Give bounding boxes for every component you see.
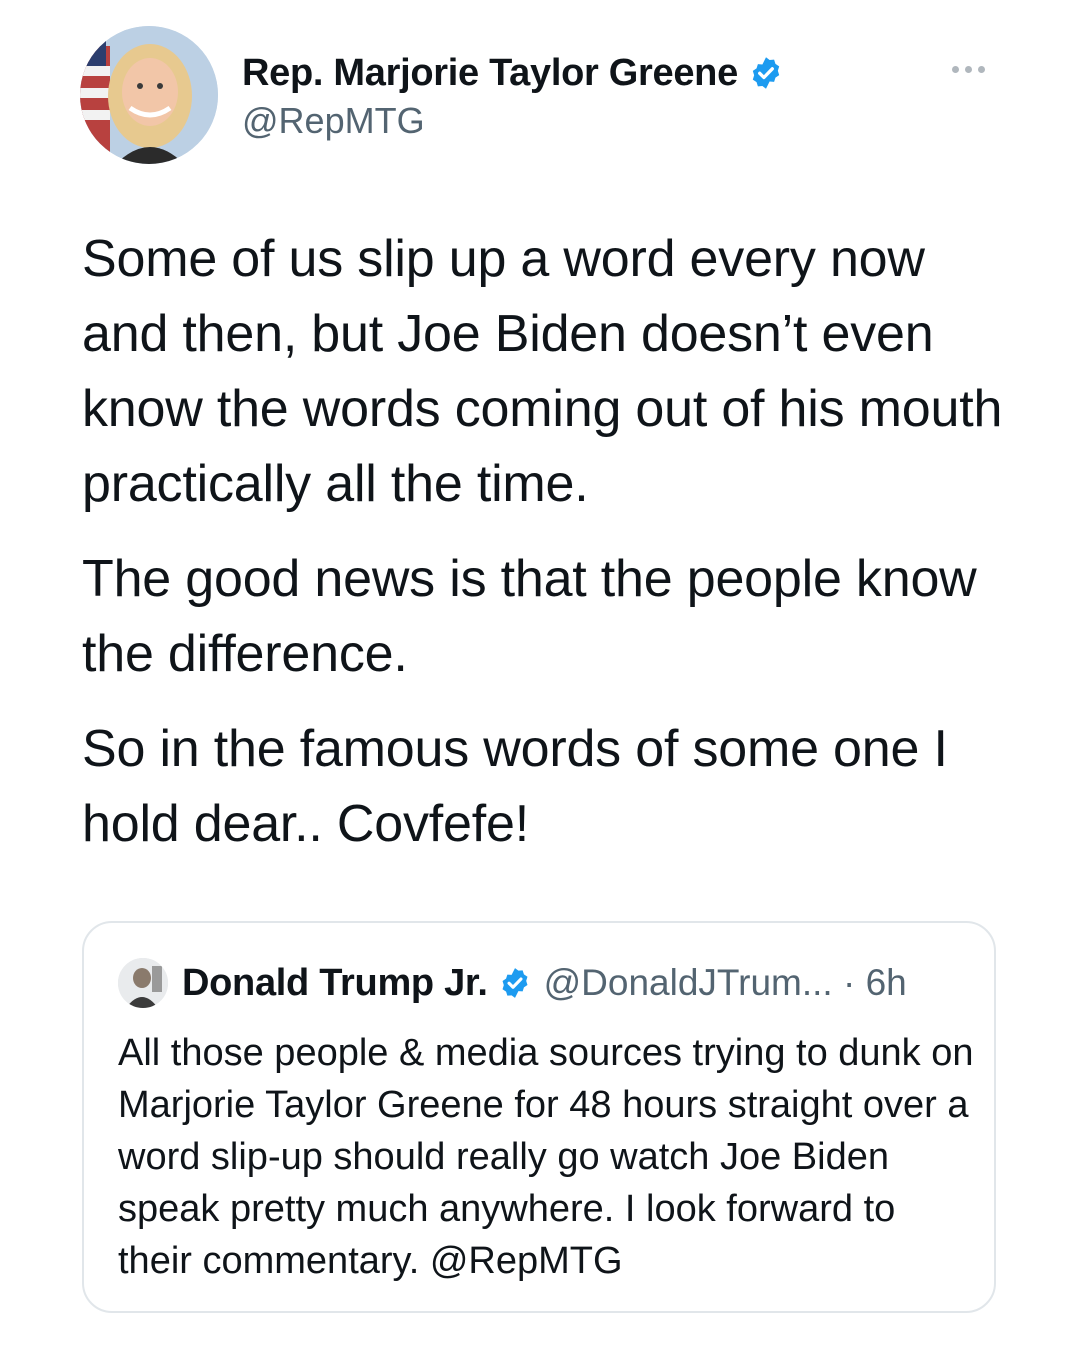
quoted-author-handle-time[interactable]: @DonaldJTrum... · 6h xyxy=(544,962,907,1004)
quoted-author-avatar[interactable] xyxy=(118,958,168,1008)
author-avatar[interactable] xyxy=(80,26,218,164)
quoted-tweet-text: All those people & media sources trying … xyxy=(118,1032,974,1282)
tweet-header: Rep. Marjorie Taylor Greene @RepMTG xyxy=(80,26,1000,166)
more-dots-icon[interactable] xyxy=(952,60,992,73)
tweet-text: Some of us slip up a word every now and … xyxy=(82,222,1012,882)
author-name-block: Rep. Marjorie Taylor Greene @RepMTG xyxy=(242,48,784,142)
verified-badge-icon xyxy=(752,57,780,89)
tweet-paragraph: The good news is that the people know th… xyxy=(82,550,977,683)
avatar-photo-icon xyxy=(80,26,218,164)
verified-badge-icon xyxy=(502,968,528,998)
author-display-name[interactable]: Rep. Marjorie Taylor Greene xyxy=(242,52,738,95)
quoted-avatar-photo-icon xyxy=(118,958,168,1008)
author-handle[interactable]: @RepMTG xyxy=(242,100,784,142)
quoted-tweet-header: Donald Trump Jr. @DonaldJTrum... · 6h xyxy=(118,957,907,1009)
quoted-tweet-card[interactable]: Donald Trump Jr. @DonaldJTrum... · 6h Al… xyxy=(82,921,996,1313)
name-row: Rep. Marjorie Taylor Greene xyxy=(242,48,784,98)
quoted-author-name[interactable]: Donald Trump Jr. xyxy=(182,962,488,1005)
tweet-paragraph: So in the famous words of some one I hol… xyxy=(82,720,948,853)
tweet-paragraph: Some of us slip up a word every now and … xyxy=(82,230,1003,513)
